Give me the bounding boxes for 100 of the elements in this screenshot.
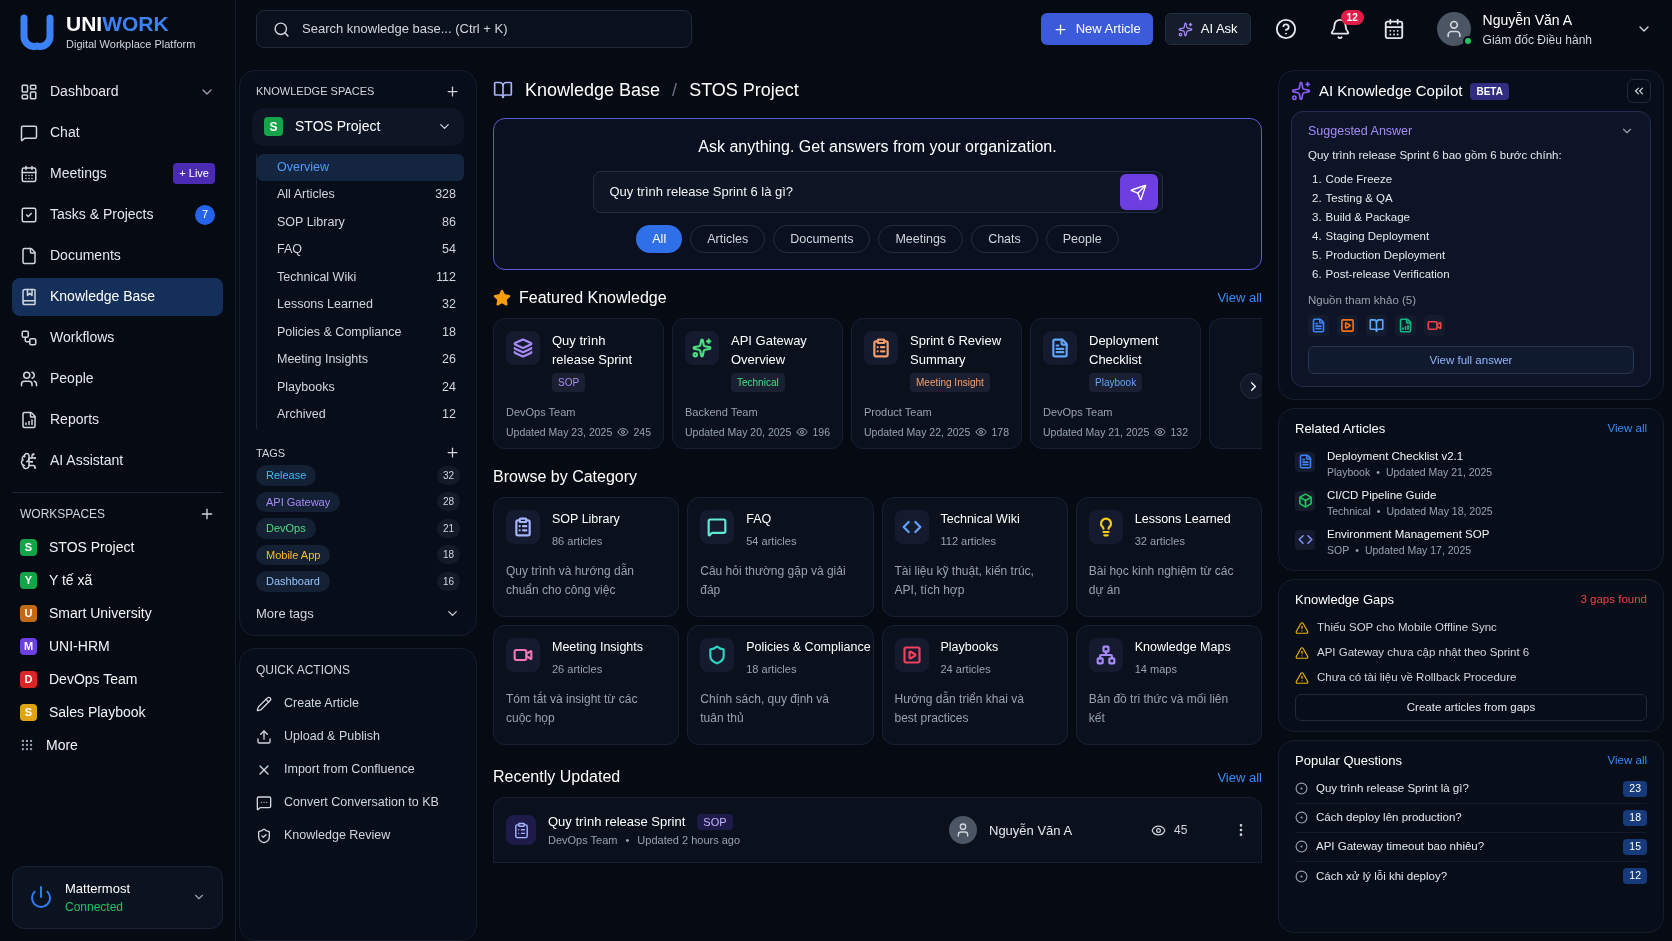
source-icon[interactable] <box>1398 318 1413 334</box>
quick-action[interactable]: Import from Confluence <box>256 753 460 786</box>
question-icon <box>1295 782 1308 796</box>
article-title[interactable]: Environment Management SOP <box>1327 525 1490 543</box>
view-answer-button[interactable]: View full answer <box>1308 346 1634 375</box>
view-all-link[interactable]: View all <box>1217 767 1262 787</box>
tag-chip[interactable]: Mobile App <box>256 544 331 565</box>
workspace-item[interactable]: S Sales Playbook <box>12 695 223 729</box>
search-input[interactable]: Search knowledge base... (Ctrl + K) <box>302 19 675 39</box>
tag-chip[interactable]: Release <box>256 465 317 486</box>
section-heading: Recently Updated <box>493 767 621 788</box>
workspace-item[interactable]: M UNI-HRM <box>12 629 223 663</box>
breadcrumb-item[interactable]: Knowledge Base <box>525 76 661 104</box>
source-icon[interactable] <box>1369 318 1384 334</box>
nav-item[interactable]: AI Assistant <box>12 441 223 480</box>
nav-item[interactable]: Workflows <box>12 318 223 357</box>
nav-item[interactable]: Documents <box>12 236 223 275</box>
author-name: Nguyễn Văn A <box>989 821 1074 840</box>
workspace-item[interactable]: D DevOps Team <box>12 662 223 696</box>
space-nav-item[interactable]: Lessons Learned 32 <box>257 291 464 319</box>
nav-item[interactable]: Meetings + Live <box>12 154 223 193</box>
new-article-button[interactable]: New Article <box>1040 13 1153 45</box>
space-nav-item[interactable]: Policies & Compliance 18 <box>257 318 464 346</box>
quick-action[interactable]: Knowledge Review <box>256 819 460 852</box>
space-nav-item[interactable]: Playbooks 24 <box>257 373 464 401</box>
dots-icon <box>20 738 34 752</box>
search-field[interactable]: Search knowledge base... (Ctrl + K) <box>256 10 692 48</box>
question-item[interactable]: Quy trình release Sprint là gì? 23 <box>1295 774 1647 804</box>
send-button[interactable] <box>1119 174 1158 210</box>
space-nav-item[interactable]: Overview <box>257 153 464 181</box>
nav-item[interactable]: Reports <box>12 400 223 439</box>
tag-chip[interactable]: DevOps <box>256 518 316 539</box>
source-icon[interactable] <box>1311 318 1326 334</box>
nav-item[interactable]: Chat <box>12 113 223 152</box>
category-card[interactable]: SOP Library 86 articles Quy trình và hướng dẫn chuẩn cho công việc <box>493 497 680 618</box>
article-title[interactable]: CI/CD Pipeline Guide <box>1327 486 1493 504</box>
featured-card[interactable]: Quy trình release Sprint SOP DevOps Team Updated May 23, 2025 245 <box>493 318 664 450</box>
question-icon <box>1295 840 1308 854</box>
nav-item[interactable]: Knowledge Base <box>12 277 223 316</box>
question-item[interactable]: Cách xử lý lỗi khi deploy? 12 <box>1295 861 1647 891</box>
category-card[interactable]: Playbooks 24 articles Hướng dẫn triển khai và best practices <box>881 625 1068 746</box>
filter-chip[interactable]: All <box>636 225 683 253</box>
source-icon[interactable] <box>1340 318 1355 334</box>
brand-name: UNIWORK <box>66 12 170 36</box>
help-icon[interactable] <box>1274 18 1297 40</box>
space-nav-item[interactable]: All Articles 328 <box>257 181 464 209</box>
add-icon[interactable] <box>445 445 460 461</box>
category-card[interactable]: Policies & Compliance 18 articles Chính sách, quy định và tuân thủ <box>687 625 874 746</box>
category-card[interactable]: Knowledge Maps 14 maps Bản đồ tri thức và mối liên kết <box>1075 625 1262 746</box>
create-from-gaps-button[interactable]: Create articles from gaps <box>1295 694 1647 722</box>
workspace-item[interactable]: U Smart University <box>12 596 223 630</box>
ai-ask-button[interactable]: AI Ask <box>1164 13 1251 45</box>
category-card[interactable]: Lessons Learned 32 articles Bài học kinh nghiệm từ các dự án <box>1075 497 1262 618</box>
action-icon <box>256 695 272 712</box>
view-all-link[interactable]: View all <box>1607 420 1647 438</box>
more-tags-toggle[interactable]: More tags <box>252 603 464 623</box>
featured-card[interactable]: Deployment Checklist Playbook DevOps Team Updated May 21, 2025 132 <box>1030 318 1201 450</box>
quick-action[interactable]: Convert Conversation to KB <box>256 786 460 819</box>
article-title[interactable]: Deployment Checklist v2.1 <box>1327 447 1493 465</box>
article-tag: SOP <box>697 813 733 831</box>
ask-field[interactable]: Quy trình release Sprint 6 là gì? <box>592 171 1163 213</box>
calendar-icon[interactable] <box>1382 18 1405 40</box>
nav-item[interactable]: Tasks & Projects 7 <box>12 195 223 234</box>
view-all-link[interactable]: View all <box>1607 752 1647 770</box>
category-count: 86 articles <box>552 534 604 549</box>
workspace-item[interactable]: Y Y tế xã <box>12 563 223 597</box>
more-item[interactable]: More <box>12 728 223 762</box>
category-card[interactable]: FAQ 54 articles Câu hỏi thường gặp và giải đáp <box>687 497 874 618</box>
integration-card[interactable]: Mattermost Connected <box>12 865 223 929</box>
question-item[interactable]: API Gateway timeout bao nhiêu? 15 <box>1295 832 1647 862</box>
question-item[interactable]: Cách deploy lên production? 18 <box>1295 803 1647 833</box>
brand-tagline: Digital Workplace Platform <box>66 37 196 52</box>
space-nav-item[interactable]: Archived 12 <box>257 401 464 429</box>
add-icon[interactable] <box>445 83 460 99</box>
quick-action[interactable]: Upload & Publish <box>256 720 460 753</box>
featured-card[interactable]: Sprint 6 Review Summary Meeting Insight Product Team Updated May 22, 2025 178 <box>851 318 1022 450</box>
workspace-avatar: M <box>20 637 37 655</box>
breadcrumb-item[interactable]: STOS Project <box>689 76 799 104</box>
card-tag: Playbook <box>1089 373 1143 392</box>
category-card[interactable]: Meeting Insights 26 articles Tóm tắt và insight từ các cuộc họp <box>493 625 680 746</box>
quick-action[interactable]: Create Article <box>256 687 460 720</box>
tag-chip[interactable]: API Gateway <box>256 491 341 512</box>
nav-label: Chat <box>50 123 81 142</box>
space-nav-item[interactable]: Meeting Insights 26 <box>257 346 464 374</box>
tag-chip[interactable]: Dashboard <box>256 571 330 592</box>
nav-item[interactable]: People <box>12 359 223 398</box>
view-all-link[interactable]: View all <box>1217 288 1262 308</box>
ask-input[interactable]: Quy trình release Sprint 6 là gì? <box>609 182 1120 202</box>
recent-row[interactable]: Quy trình release Sprint SOP DevOps Team • Updated 2 hours ago Nguyễn Văn A 45 <box>493 797 1262 864</box>
featured-card[interactable]: API Gateway Overview Technical Backend Team Updated May 20, 2025 196 <box>672 318 843 450</box>
space-nav-item[interactable]: Technical Wiki 112 <box>257 263 464 291</box>
notification-badge: 12 <box>1340 10 1364 25</box>
space-nav-item[interactable]: SOP Library 86 <box>257 208 464 236</box>
space-nav-item[interactable]: FAQ 54 <box>257 236 464 264</box>
category-card[interactable]: Technical Wiki 112 articles Tài liệu kỹ thuật, kiến trúc, API, tích hợp <box>881 497 1068 618</box>
space-selector[interactable]: S STOS Project <box>252 107 464 146</box>
collapse-button[interactable] <box>1627 79 1651 103</box>
nav-item[interactable]: Dashboard <box>12 72 223 111</box>
nav-icon <box>20 451 38 470</box>
workspace-item[interactable]: S STOS Project <box>12 530 223 564</box>
